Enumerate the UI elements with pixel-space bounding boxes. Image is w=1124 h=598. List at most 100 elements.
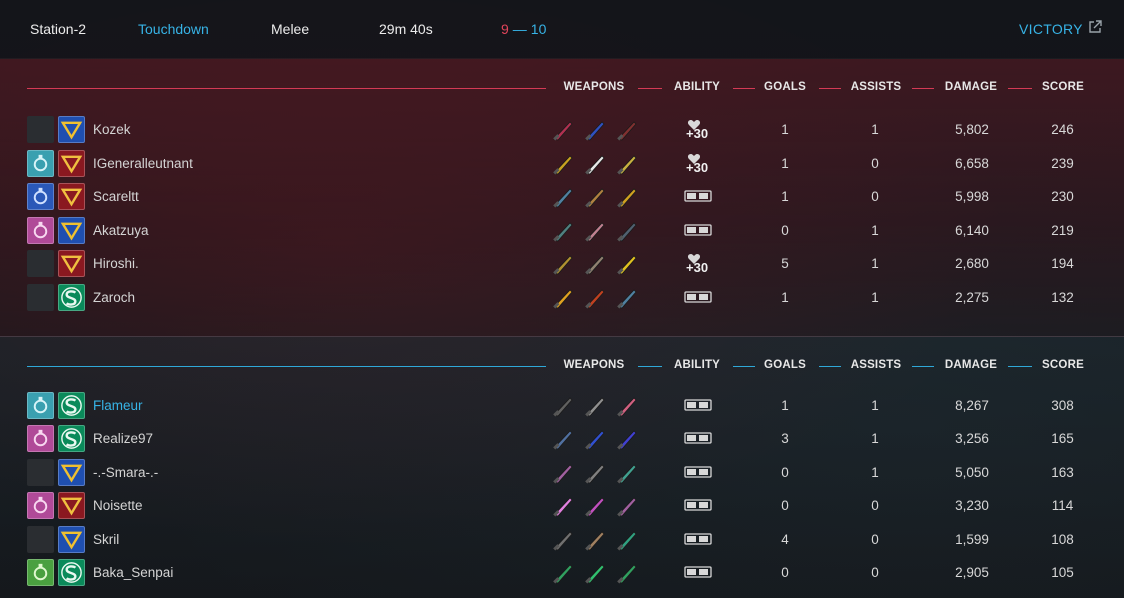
player-row[interactable]: IGeneralleutnant +30 1 0 6,658 239 (0, 149, 1124, 181)
weapon-icon[interactable] (614, 527, 640, 553)
damage-column-header[interactable]: DAMAGE (936, 81, 1006, 93)
player-row[interactable]: Kozek +30 1 1 5,802 246 (0, 115, 1124, 147)
weapon-icon[interactable] (614, 285, 640, 311)
emblem-icon[interactable] (58, 525, 85, 553)
emblem-icon[interactable] (58, 250, 85, 278)
emblem-icon[interactable] (58, 425, 85, 453)
weapon-icon[interactable] (614, 184, 640, 210)
weapons-column-header[interactable]: WEAPONS (548, 81, 640, 93)
hp-sp-ability-icon[interactable] (684, 182, 712, 212)
hp-sp-ability-icon[interactable] (684, 283, 712, 313)
weapon-icon[interactable] (582, 460, 608, 486)
player-row[interactable]: Scareltt 1 0 5,998 230 (0, 182, 1124, 214)
emblem-icon[interactable] (58, 116, 85, 143)
weapon-icon[interactable] (582, 117, 608, 143)
player-name[interactable]: Realize97 (93, 431, 153, 446)
weapon-icon[interactable] (582, 393, 608, 419)
weapon-icon[interactable] (614, 251, 640, 277)
weapon-icon[interactable] (582, 251, 608, 277)
weapon-icon[interactable] (550, 251, 576, 277)
weapon-icon[interactable] (614, 426, 640, 452)
player-row[interactable]: Zaroch 1 1 2,275 132 (0, 283, 1124, 315)
player-row[interactable]: Baka_Senpai 0 0 2,905 105 (0, 558, 1124, 590)
empty-slot[interactable] (27, 116, 54, 143)
weapon-icon[interactable] (614, 493, 640, 519)
player-row[interactable]: -.-Smara-.- 0 1 5,050 163 (0, 458, 1124, 490)
chip-icon[interactable] (27, 149, 54, 177)
weapon-icon[interactable] (550, 285, 576, 311)
weapon-icon[interactable] (614, 218, 640, 244)
emblem-icon[interactable] (58, 392, 85, 419)
heal-ability-icon[interactable]: +30 (684, 115, 712, 145)
player-name[interactable]: Hiroshi. (93, 256, 139, 271)
weapon-icon[interactable] (550, 426, 576, 452)
damage-column-header[interactable]: DAMAGE (936, 359, 1006, 371)
heal-ability-icon[interactable]: +30 (684, 149, 712, 179)
player-row[interactable]: Akatzuya 0 1 6,140 219 (0, 216, 1124, 248)
player-row[interactable]: Hiroshi. +30 5 1 2,680 194 (0, 249, 1124, 281)
chip-icon[interactable] (27, 392, 54, 419)
empty-slot[interactable] (27, 458, 54, 486)
weapon-icon[interactable] (614, 460, 640, 486)
weapon-icon[interactable] (582, 184, 608, 210)
goals-column-header[interactable]: GOALS (757, 81, 813, 93)
player-name[interactable]: Flameur (93, 398, 143, 413)
score-column-header[interactable]: SCORE (1033, 81, 1093, 93)
player-row[interactable]: Noisette 0 0 3,230 114 (0, 491, 1124, 523)
weapon-icon[interactable] (550, 393, 576, 419)
hp-sp-ability-icon[interactable] (684, 424, 712, 454)
assists-column-header[interactable]: ASSISTS (843, 81, 909, 93)
weapon-icon[interactable] (582, 527, 608, 553)
weapon-icon[interactable] (614, 560, 640, 586)
weapon-icon[interactable] (582, 493, 608, 519)
player-name[interactable]: Skril (93, 532, 119, 547)
player-name[interactable]: IGeneralleutnant (93, 156, 193, 171)
hp-sp-ability-icon[interactable] (684, 216, 712, 246)
chip-icon[interactable] (27, 559, 54, 586)
external-link-icon[interactable] (1088, 20, 1102, 34)
weapon-icon[interactable] (582, 560, 608, 586)
heal-ability-icon[interactable]: +30 (684, 249, 712, 279)
hp-sp-ability-icon[interactable] (684, 458, 712, 488)
weapon-icon[interactable] (550, 184, 576, 210)
emblem-icon[interactable] (58, 149, 85, 177)
emblem-icon[interactable] (58, 492, 85, 520)
weapon-icon[interactable] (614, 117, 640, 143)
weapon-icon[interactable] (550, 117, 576, 143)
assists-column-header[interactable]: ASSISTS (843, 359, 909, 371)
ability-column-header[interactable]: ABILITY (666, 359, 728, 371)
player-name[interactable]: Baka_Senpai (93, 565, 173, 580)
goals-column-header[interactable]: GOALS (757, 359, 813, 371)
weapon-icon[interactable] (550, 493, 576, 519)
empty-slot[interactable] (27, 284, 54, 311)
weapon-icon[interactable] (550, 560, 576, 586)
player-name[interactable]: Scareltt (93, 189, 139, 204)
weapon-icon[interactable] (550, 460, 576, 486)
hp-sp-ability-icon[interactable] (684, 558, 712, 588)
player-row[interactable]: Flameur 1 1 8,267 308 (0, 391, 1124, 423)
player-name[interactable]: Noisette (93, 498, 143, 513)
chip-icon[interactable] (27, 183, 54, 211)
chip-icon[interactable] (27, 216, 54, 244)
score-column-header[interactable]: SCORE (1033, 359, 1093, 371)
weapon-icon[interactable] (614, 151, 640, 177)
ability-column-header[interactable]: ABILITY (666, 81, 728, 93)
hp-sp-ability-icon[interactable] (684, 491, 712, 521)
player-name[interactable]: Akatzuya (93, 223, 149, 238)
weapon-icon[interactable] (550, 218, 576, 244)
weapon-icon[interactable] (550, 527, 576, 553)
player-name[interactable]: Kozek (93, 122, 131, 137)
weapon-icon[interactable] (614, 393, 640, 419)
player-name[interactable]: Zaroch (93, 290, 135, 305)
emblem-icon[interactable] (58, 183, 85, 211)
hp-sp-ability-icon[interactable] (684, 391, 712, 421)
weapon-icon[interactable] (582, 218, 608, 244)
weapon-icon[interactable] (582, 285, 608, 311)
empty-slot[interactable] (27, 525, 54, 553)
emblem-icon[interactable] (58, 284, 85, 311)
emblem-icon[interactable] (58, 216, 85, 244)
player-name[interactable]: -.-Smara-.- (93, 465, 158, 480)
match-result[interactable]: VICTORY (1019, 21, 1083, 37)
player-row[interactable]: Realize97 3 1 3,256 165 (0, 424, 1124, 456)
weapon-icon[interactable] (582, 151, 608, 177)
